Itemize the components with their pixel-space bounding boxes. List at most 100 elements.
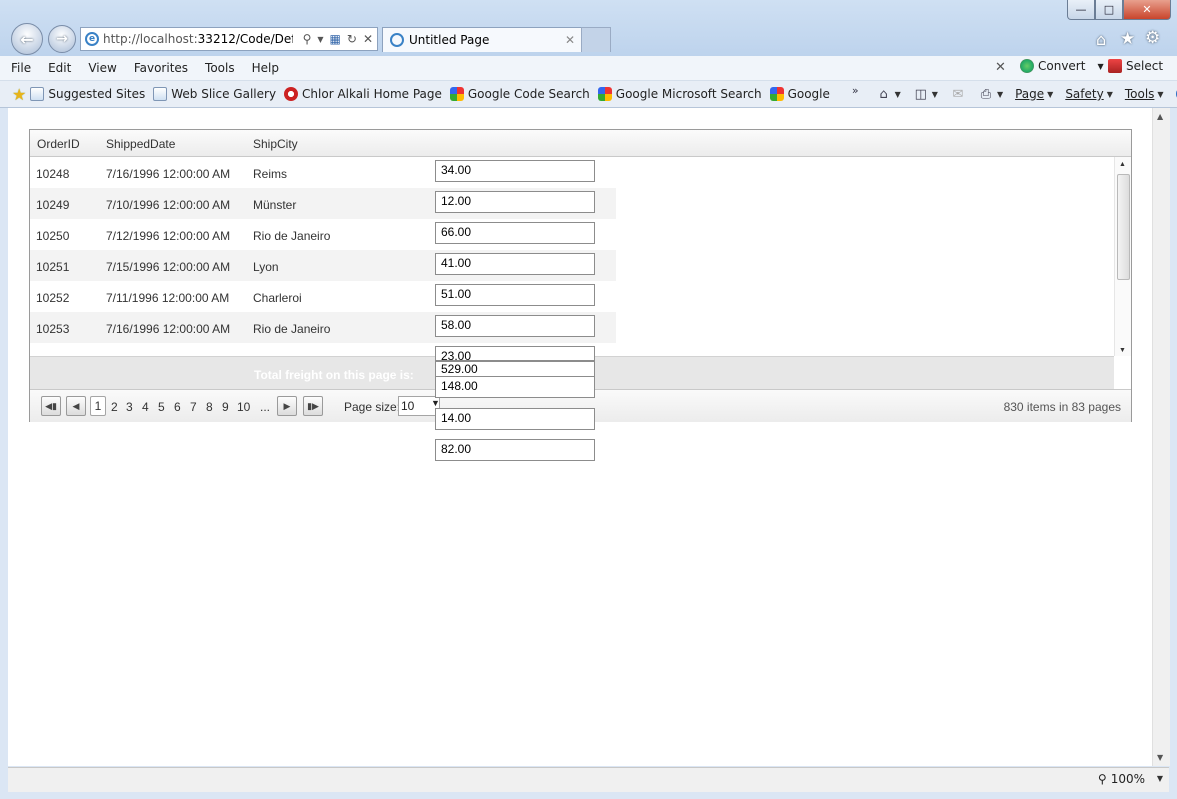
last-page-button[interactable]: ▮▶ — [303, 396, 323, 416]
fav-suggested-sites[interactable]: Suggested Sites — [30, 87, 145, 101]
header-shipcity[interactable]: ShipCity — [253, 137, 298, 151]
page-9[interactable]: 9 — [222, 400, 229, 414]
tools-menu[interactable]: Tools ▼ — [1122, 87, 1167, 101]
header-orderid[interactable]: OrderID — [37, 137, 80, 151]
freight-input[interactable]: 41.00 — [435, 253, 595, 275]
chevron-down-icon[interactable]: ▼ — [1157, 774, 1163, 783]
chlor-alkali-icon — [284, 87, 299, 101]
feeds-button[interactable]: ◫ ▼ — [910, 86, 941, 102]
freight-input[interactable]: 51.00 — [435, 284, 595, 306]
address-url[interactable]: http://localhost:33212/Code/Defaul — [103, 32, 293, 46]
page-3[interactable]: 3 — [126, 400, 133, 414]
shippeddate-cell: 7/12/1996 12:00:00 AM — [106, 229, 231, 243]
fav-google-microsoft-search[interactable]: Google Microsoft Search — [597, 87, 762, 101]
scroll-up-icon[interactable]: ▲ — [1157, 112, 1163, 121]
freight-input[interactable]: 23.00 — [435, 346, 595, 361]
fav-google[interactable]: Google — [769, 87, 830, 101]
fav-google-code-search[interactable]: Google Code Search — [449, 87, 590, 101]
help-button[interactable]: ?▼ — [1173, 87, 1177, 101]
page-4[interactable]: 4 — [142, 400, 149, 414]
maximize-button[interactable]: □ — [1095, 0, 1123, 20]
select-button[interactable]: Select — [1108, 59, 1163, 73]
close-tab-icon[interactable]: ✕ — [565, 33, 575, 47]
menu-file[interactable]: File — [5, 61, 37, 75]
home-icon: ⌂ — [879, 86, 888, 102]
page-menu[interactable]: Page ▼ — [1012, 87, 1056, 101]
safety-menu[interactable]: Safety ▼ — [1062, 87, 1116, 101]
menu-view[interactable]: View — [82, 61, 122, 75]
print-button[interactable]: ⎙ ▼ — [975, 86, 1006, 102]
scroll-up-icon[interactable]: ▲ — [1119, 161, 1126, 168]
first-page-button[interactable]: ◀▮ — [41, 396, 61, 416]
page-2[interactable]: 2 — [111, 400, 118, 414]
star-icon[interactable]: ★ — [1120, 29, 1135, 49]
shipcity-cell: Rio de Janeiro — [253, 322, 331, 336]
menu-help[interactable]: Help — [246, 61, 285, 75]
header-shippeddate[interactable]: ShippedDate — [106, 137, 175, 151]
prev-page-button[interactable]: ◀ — [66, 396, 86, 416]
url-path: 33212/Code/Defaul — [197, 32, 293, 46]
page-more[interactable]: ... — [260, 400, 270, 414]
shippeddate-cell: 7/16/1996 12:00:00 AM — [106, 322, 231, 336]
forward-button[interactable]: → — [48, 25, 76, 53]
page-7[interactable]: 7 — [190, 400, 197, 414]
grid-header: OrderID ShippedDate ShipCity — [30, 130, 1131, 157]
freight-input[interactable]: 148.00 — [435, 377, 595, 398]
rss-icon: ◫ — [914, 86, 927, 102]
fav-label: Suggested Sites — [48, 87, 146, 101]
zoom-control[interactable]: ⚲ 100% — [1098, 772, 1145, 786]
more-favorites-chevron[interactable]: » — [852, 84, 859, 97]
safety-menu-label: Safety — [1065, 87, 1104, 101]
freight-input[interactable]: 529.00 — [435, 361, 595, 377]
freight-input[interactable]: 34.00 — [435, 160, 595, 182]
convert-button[interactable]: Convert ▼ — [1020, 59, 1104, 73]
freight-input[interactable]: 58.00 — [435, 315, 595, 337]
home-button[interactable]: ⌂ ▼ — [873, 86, 904, 102]
page-8[interactable]: 8 — [206, 400, 213, 414]
gear-icon[interactable]: ⚙ — [1145, 28, 1160, 48]
close-window-button[interactable]: ✕ — [1123, 0, 1171, 20]
refresh-icon[interactable]: ↻ — [347, 32, 357, 46]
freight-input[interactable]: 12.00 — [435, 191, 595, 213]
chevron-down-icon: ▼ — [1157, 89, 1164, 99]
grid-scrollbar[interactable]: ▲ ▼ — [1114, 157, 1131, 356]
fav-label: Google Code Search — [467, 87, 590, 101]
orderid-cell: 10249 — [36, 198, 70, 212]
search-icon[interactable]: ⚲ — [303, 32, 312, 46]
page-5[interactable]: 5 — [158, 400, 165, 414]
scroll-down-icon[interactable]: ▼ — [1119, 347, 1126, 354]
back-button[interactable]: ← — [11, 23, 43, 55]
mail-button[interactable]: ✉ — [947, 86, 969, 102]
minimize-button[interactable]: — — [1067, 0, 1095, 20]
freight-input[interactable]: 66.00 — [435, 222, 595, 244]
compat-view-icon[interactable]: ▦ — [330, 32, 341, 46]
grid-scroll-thumb[interactable] — [1117, 174, 1130, 280]
page-6[interactable]: 6 — [174, 400, 181, 414]
menu-favorites[interactable]: Favorites — [128, 61, 194, 75]
status-bar: ⚲ 100% ▼ — [8, 767, 1169, 792]
chevron-down-icon[interactable]: ▼ — [1097, 62, 1103, 71]
shippeddate-cell: 7/15/1996 12:00:00 AM — [106, 260, 231, 274]
menu-edit[interactable]: Edit — [42, 61, 77, 75]
new-tab-button[interactable] — [581, 27, 611, 52]
freight-input[interactable]: 14.00 — [435, 408, 595, 430]
next-page-button[interactable]: ▶ — [277, 396, 297, 416]
home-icon[interactable]: ⌂ — [1096, 30, 1106, 49]
address-bar[interactable]: e http://localhost:33212/Code/Defaul ⚲ ▼… — [80, 27, 378, 51]
orderid-cell: 10252 — [36, 291, 70, 305]
fav-web-slice-gallery[interactable]: Web Slice Gallery — [153, 87, 276, 101]
chevron-down-icon[interactable]: ▼ — [431, 398, 440, 408]
chevron-down-icon[interactable]: ▼ — [317, 35, 323, 46]
menu-tools[interactable]: Tools — [199, 61, 241, 75]
freight-input[interactable]: 82.00 — [435, 439, 595, 461]
page-1[interactable]: 1 — [90, 396, 106, 416]
scroll-down-icon[interactable]: ▼ — [1157, 753, 1163, 762]
page-10[interactable]: 10 — [237, 400, 250, 414]
page-scrollbar[interactable]: ▲ ▼ — [1152, 108, 1170, 766]
favorites-star-icon[interactable]: ★ — [12, 85, 26, 104]
shipcity-cell: Reims — [253, 167, 288, 181]
tab-untitled-page[interactable]: Untitled Page ✕ — [382, 27, 582, 52]
stop-icon[interactable]: ✕ — [363, 32, 373, 46]
close-icon[interactable]: ✕ — [995, 60, 1006, 75]
fav-chlor-alkali[interactable]: Chlor Alkali Home Page — [284, 87, 442, 101]
